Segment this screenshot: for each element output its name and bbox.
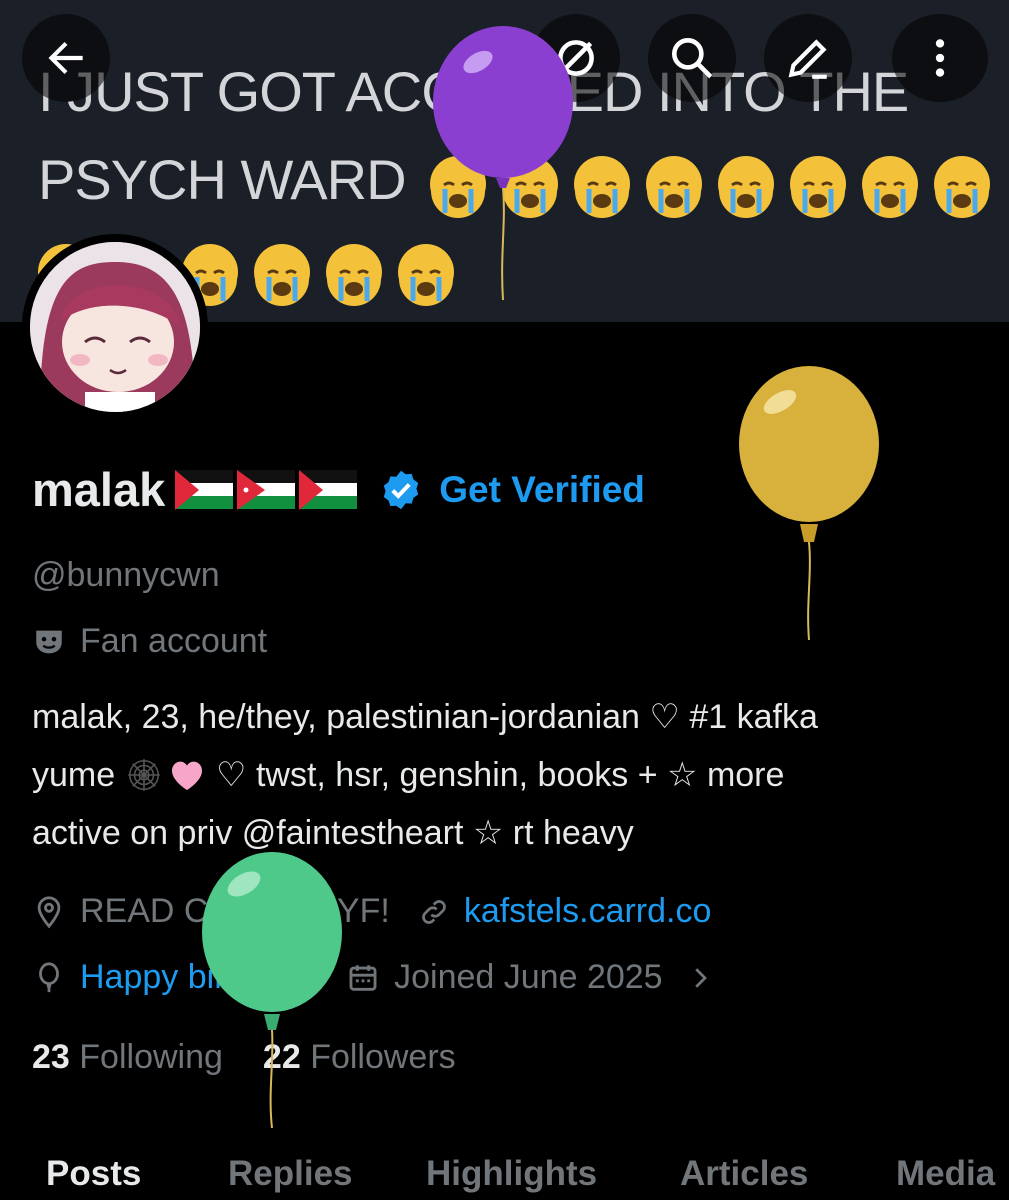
link-icon xyxy=(422,899,446,924)
verified-badge-icon xyxy=(384,470,419,509)
category-label: Fan account xyxy=(80,622,268,660)
bio-line: yume ♡ twst, hsr, genshin, books + ☆ mor… xyxy=(32,756,785,794)
crying-emoji-icon xyxy=(326,244,382,307)
search-button[interactable] xyxy=(648,14,736,102)
profile-category: Fan account xyxy=(32,622,267,661)
crying-emoji-icon xyxy=(861,156,918,219)
user-handle: @bunnycwn xyxy=(32,556,220,594)
following-link[interactable]: 23 Following xyxy=(32,1038,223,1077)
arrow-left-icon xyxy=(48,41,83,75)
profile-tabs: Posts Replies Highlights Articles Media xyxy=(0,1148,1009,1200)
crying-emoji-icon xyxy=(789,156,846,219)
get-verified-button[interactable]: Get Verified xyxy=(379,468,645,512)
tab-replies[interactable]: Replies xyxy=(228,1154,353,1194)
location-pin-icon xyxy=(37,895,61,928)
website-link[interactable]: kafstels.carrd.co xyxy=(464,892,712,931)
palestine-flag-icon xyxy=(175,469,234,510)
balloon-icon xyxy=(39,961,59,992)
pink-heart-icon xyxy=(171,761,202,790)
jordan-flag-icon xyxy=(237,469,296,510)
more-button[interactable] xyxy=(892,14,988,102)
pencil-icon xyxy=(788,39,827,79)
avatar[interactable] xyxy=(22,234,208,420)
chevron-right-icon[interactable] xyxy=(685,963,715,993)
palestine-flag-icon xyxy=(299,469,358,510)
purple-balloon-icon xyxy=(433,26,573,300)
get-verified-label[interactable]: Get Verified xyxy=(439,469,645,511)
crying-emoji-icon xyxy=(254,244,310,307)
edit-button[interactable] xyxy=(764,14,852,102)
tab-posts[interactable]: Posts xyxy=(46,1154,141,1194)
bio-line: active on priv @faintestheart ☆ rt heavy xyxy=(32,814,634,852)
avatar-image xyxy=(30,242,200,412)
masks-icon xyxy=(36,630,62,653)
back-button[interactable] xyxy=(22,14,110,102)
green-balloon-icon xyxy=(202,852,342,1128)
profile-name-row: malak Get Verified xyxy=(32,462,645,517)
crying-emoji-icon xyxy=(645,156,702,219)
bio: malak, 23, he/they, palestinian-jordania… xyxy=(32,688,992,862)
profile-meta-row-2: Happy birthday! Joined June 2025 xyxy=(32,958,715,997)
tab-articles[interactable]: Articles xyxy=(680,1154,808,1194)
crying-emoji-icon xyxy=(573,156,630,219)
gold-balloon-icon xyxy=(739,366,879,640)
tab-media[interactable]: Media xyxy=(896,1154,995,1194)
crying-emoji-icon xyxy=(933,156,990,219)
bio-line: malak, 23, he/they, palestinian-jordania… xyxy=(32,698,818,736)
tab-highlights[interactable]: Highlights xyxy=(426,1154,597,1194)
spider-web-icon xyxy=(127,759,160,791)
display-name: malak xyxy=(32,463,166,516)
crying-emoji-icon xyxy=(717,156,774,219)
joined-date: Joined June 2025 xyxy=(394,958,663,996)
more-vertical-icon xyxy=(935,39,945,77)
calendar-icon xyxy=(349,964,377,991)
profile-meta-row: READ CARRD BYF! kafstels.carrd.co xyxy=(32,892,711,931)
search-icon xyxy=(672,38,713,79)
